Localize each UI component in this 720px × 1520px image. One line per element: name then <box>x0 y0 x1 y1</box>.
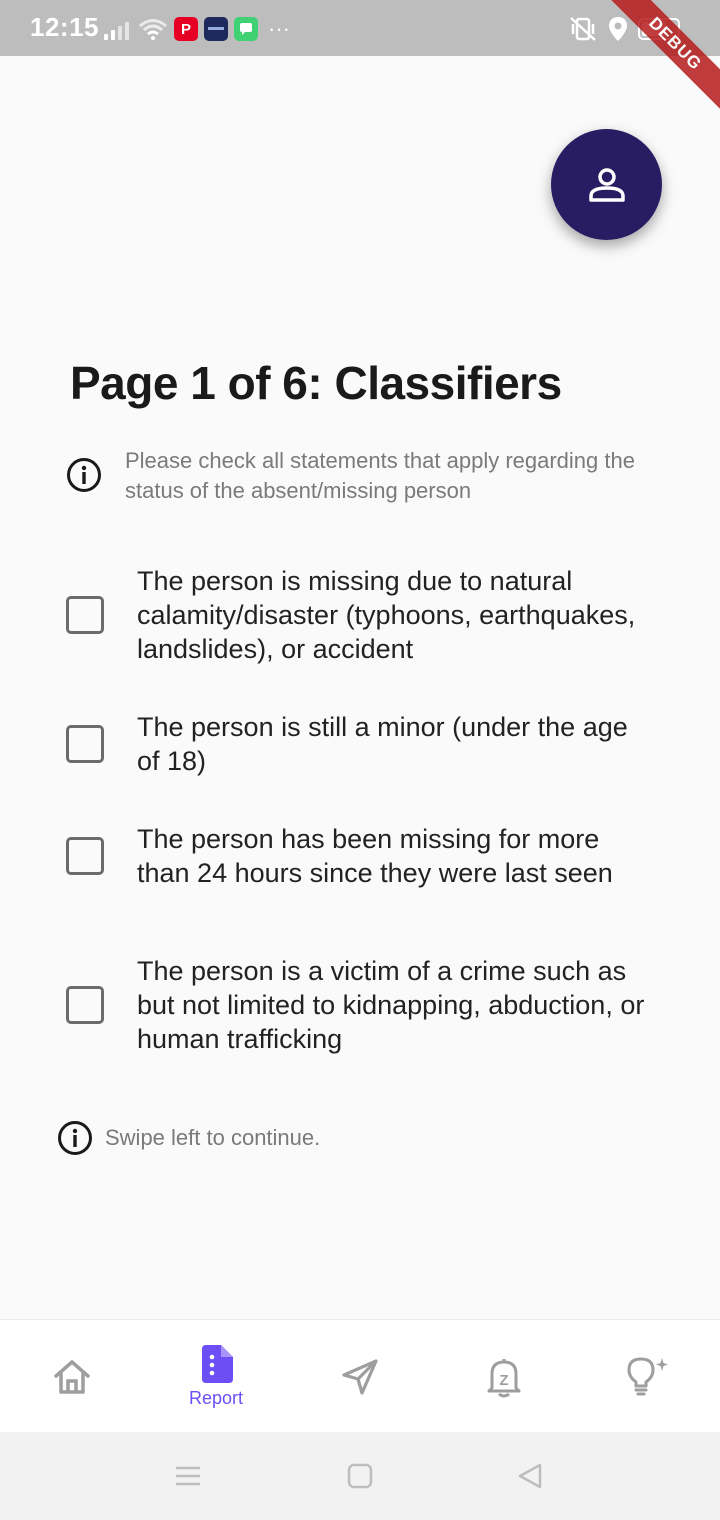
swipe-hint: Swipe left to continue. <box>57 1120 320 1156</box>
instruction-text: Please check all statements that apply r… <box>125 448 635 503</box>
instruction: Please check all statements that apply r… <box>66 446 686 506</box>
lightbulb-icon <box>627 1357 668 1395</box>
checkbox[interactable] <box>66 725 104 763</box>
signal-icon <box>104 18 132 40</box>
nav-home[interactable] <box>12 1320 132 1433</box>
status-time: 12:15 <box>30 12 99 42</box>
checklist-item[interactable]: The person has been missing for more tha… <box>66 822 666 890</box>
page-title: Page 1 of 6: Classifiers <box>70 357 562 409</box>
system-nav-bar <box>0 1432 720 1520</box>
bell-icon: Z <box>487 1358 521 1397</box>
vibrate-icon <box>570 17 596 41</box>
checklist-item-label: The person is a victim of a crime such a… <box>137 956 645 1054</box>
menu-icon <box>176 1466 200 1486</box>
checklist-item[interactable]: The person is missing due to natural cal… <box>66 564 666 666</box>
wifi-icon <box>139 19 167 40</box>
checkbox[interactable] <box>66 986 104 1024</box>
status-left-icons: P ··· <box>104 14 290 44</box>
svg-text:Z: Z <box>499 1372 508 1389</box>
back-button[interactable] <box>510 1460 550 1492</box>
square-icon <box>347 1463 373 1489</box>
home-icon <box>54 1359 90 1394</box>
report-icon <box>202 1345 233 1383</box>
info-icon <box>67 458 101 492</box>
checklist-item[interactable]: The person is still a minor (under the a… <box>66 710 666 778</box>
checkbox[interactable] <box>66 596 104 634</box>
checklist-item-label: The person is missing due to natural cal… <box>137 566 636 664</box>
profile-button[interactable] <box>551 129 662 240</box>
send-icon <box>342 1358 378 1395</box>
bottom-nav: Report Z <box>0 1319 720 1433</box>
overflow-dots: ··· <box>268 16 290 41</box>
checklist-item[interactable]: The person is a victim of a crime such a… <box>66 954 666 1056</box>
back-triangle-icon <box>518 1463 542 1489</box>
home-system-button[interactable] <box>340 1460 380 1492</box>
recent-apps-button[interactable] <box>168 1460 208 1492</box>
news-app-icon <box>204 17 228 41</box>
nav-report-label: Report <box>188 1388 244 1408</box>
checklist-item-label: The person is still a minor (under the a… <box>137 712 628 776</box>
checkbox[interactable] <box>66 837 104 875</box>
swipe-hint-text: Swipe left to continue. <box>105 1125 321 1150</box>
nav-tips[interactable] <box>588 1320 708 1433</box>
nav-report[interactable]: Report <box>156 1320 276 1433</box>
checklist-item-label: The person has been missing for more tha… <box>137 824 613 888</box>
nav-notifications[interactable]: Z <box>444 1320 564 1433</box>
nav-send[interactable] <box>300 1320 420 1433</box>
messages-icon <box>234 17 258 41</box>
pinterest-icon: P <box>174 17 198 41</box>
info-icon <box>58 1121 92 1155</box>
person-icon <box>588 167 625 202</box>
location-icon <box>609 17 627 41</box>
status-bar: 12:15 P ··· <box>0 0 720 56</box>
